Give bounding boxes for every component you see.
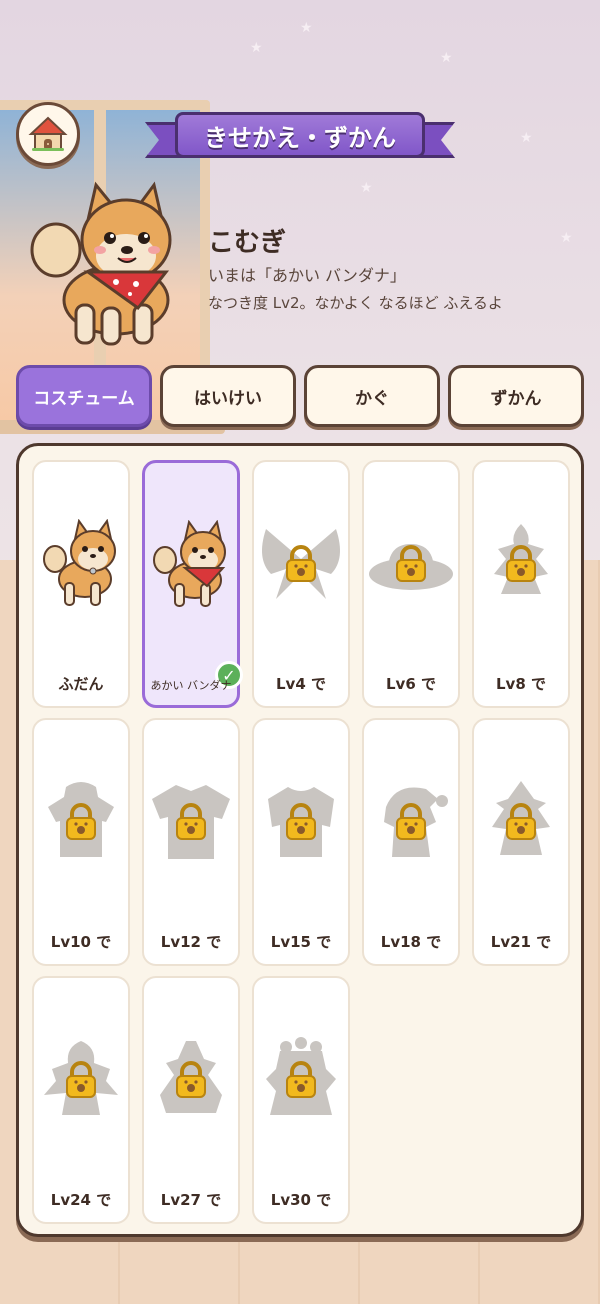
card-label: Lv4 で xyxy=(276,675,326,693)
card-label: ふだん xyxy=(58,675,104,693)
tab-furniture[interactable]: かぐ xyxy=(304,365,440,427)
star-decoration: ★ xyxy=(560,230,573,246)
star-decoration: ★ xyxy=(250,40,263,56)
costume-card-locked[interactable]: Lv27 で xyxy=(142,976,240,1224)
padlock-icon xyxy=(286,545,316,582)
card-label: Lv18 で xyxy=(380,933,442,951)
card-label: Lv30 で xyxy=(270,1191,332,1209)
star-decoration: ★ xyxy=(520,130,533,146)
padlock-icon xyxy=(396,545,426,582)
costume-card-locked[interactable]: Lv24 で xyxy=(32,976,130,1224)
padlock-icon xyxy=(66,1061,96,1098)
card-art xyxy=(256,732,346,912)
card-art xyxy=(256,474,346,654)
tab-costume[interactable]: コスチューム xyxy=(16,365,152,427)
home-button[interactable] xyxy=(16,102,80,166)
category-tabs: コスチューム はいけい かぐ ずかん xyxy=(16,365,584,427)
pet-affection-level: なつき度 Lv2。なかよく なるほど ふえるよ xyxy=(208,294,503,312)
card-label: Lv15 で xyxy=(270,933,332,951)
card-art xyxy=(36,732,126,912)
shiba-dog-bandana-icon xyxy=(30,181,172,346)
pet-name: こむぎ xyxy=(208,228,287,258)
card-art xyxy=(256,990,346,1170)
card-art xyxy=(36,990,126,1170)
costume-card-locked[interactable]: Lv6 で xyxy=(362,460,460,708)
dog-plain-icon xyxy=(43,519,116,606)
card-art xyxy=(476,732,566,912)
card-label: Lv21 で xyxy=(490,933,552,951)
card-label: Lv10 で xyxy=(50,933,112,951)
costume-card-locked[interactable]: Lv30 で xyxy=(252,976,350,1224)
tab-collection[interactable]: ずかん xyxy=(448,365,584,427)
costume-card-plain[interactable]: ふだん xyxy=(32,460,130,708)
padlock-icon xyxy=(506,803,536,840)
padlock-icon xyxy=(66,803,96,840)
card-art xyxy=(366,732,456,912)
costume-card-locked[interactable]: Lv21 で xyxy=(472,718,570,966)
house-icon xyxy=(28,116,68,151)
costume-card-locked[interactable]: Lv4 で xyxy=(252,460,350,708)
costume-card-locked[interactable]: Lv8 で xyxy=(472,460,570,708)
card-label: Lv12 で xyxy=(160,933,222,951)
card-label: Lv6 で xyxy=(386,675,436,693)
card-art xyxy=(476,474,566,654)
padlock-icon xyxy=(286,1061,316,1098)
card-label: Lv24 で xyxy=(50,1191,112,1209)
padlock-icon xyxy=(396,803,426,840)
tab-background[interactable]: はいけい xyxy=(160,365,296,427)
card-art xyxy=(36,474,126,654)
costume-grid: ふだん ✓ あかい バンダナ Lv4 で Lv6 で Lv8 で Lv10 で … xyxy=(32,460,570,1224)
card-label: Lv8 で xyxy=(496,675,546,693)
dog-bandana-icon xyxy=(153,520,226,607)
padlock-icon xyxy=(286,803,316,840)
padlock-icon xyxy=(176,803,206,840)
card-art xyxy=(146,990,236,1170)
pet-current-costume: いまは「あかい バンダナ」 xyxy=(208,266,406,285)
costume-card-locked[interactable]: Lv15 で xyxy=(252,718,350,966)
card-label: あかい バンダナ xyxy=(150,679,232,692)
card-art xyxy=(146,475,236,655)
padlock-icon xyxy=(176,1061,206,1098)
star-decoration: ★ xyxy=(360,180,373,196)
star-decoration: ★ xyxy=(300,20,313,36)
costume-card-locked[interactable]: Lv18 で xyxy=(362,718,460,966)
title-banner: きせかえ・ずかん xyxy=(145,106,455,164)
costume-card-locked[interactable]: Lv10 で xyxy=(32,718,130,966)
costume-card-red-bandana[interactable]: ✓ あかい バンダナ xyxy=(142,460,243,708)
costume-panel: ふだん ✓ あかい バンダナ Lv4 で Lv6 で Lv8 で Lv10 で … xyxy=(16,443,584,1237)
star-decoration: ★ xyxy=(440,50,453,66)
card-art xyxy=(366,474,456,654)
costume-card-locked[interactable]: Lv12 で xyxy=(142,718,240,966)
card-label: Lv27 で xyxy=(160,1191,222,1209)
card-art xyxy=(146,732,236,912)
page-title: きせかえ・ずかん xyxy=(175,112,425,158)
padlock-icon xyxy=(506,545,536,582)
pet-portrait xyxy=(26,180,186,350)
